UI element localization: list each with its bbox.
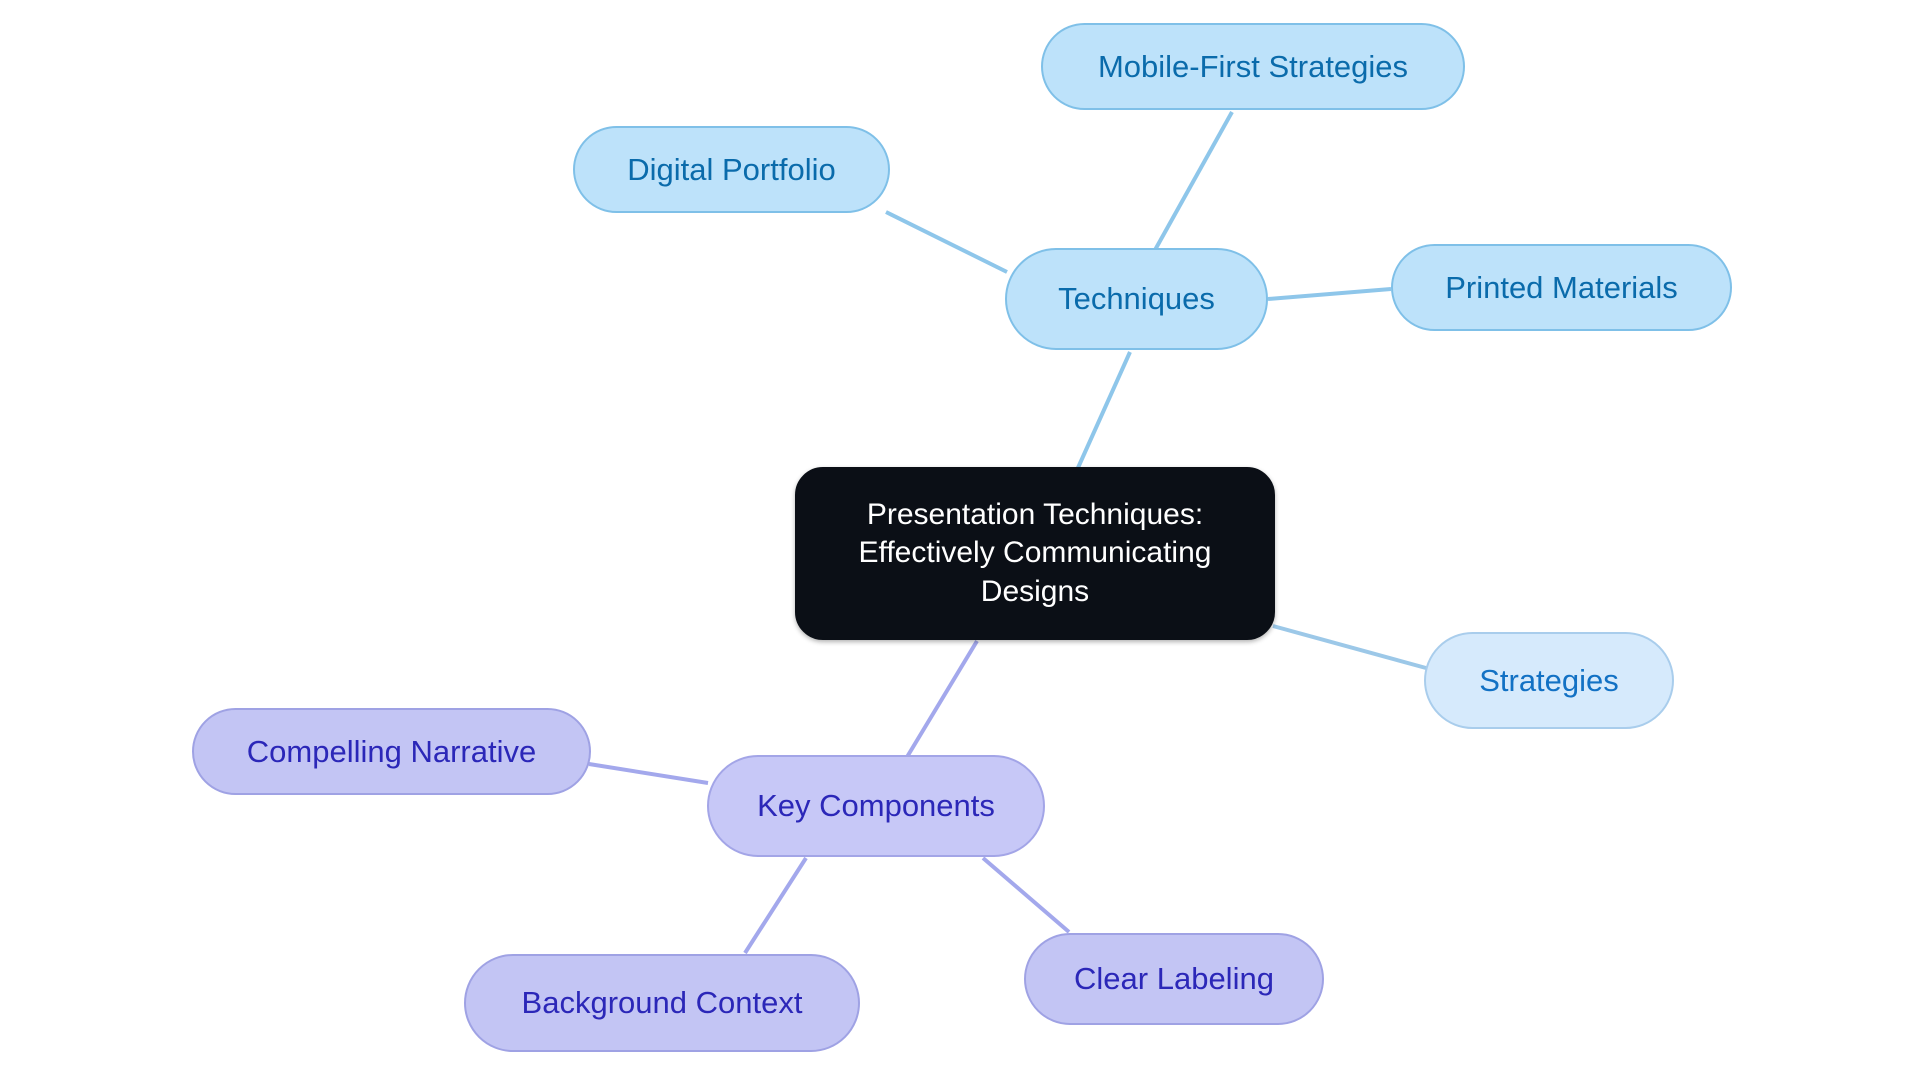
node-background-context[interactable]: Background Context <box>464 954 860 1052</box>
node-compelling-narrative[interactable]: Compelling Narrative <box>192 708 591 795</box>
node-root[interactable]: Presentation Techniques: Effectively Com… <box>795 467 1275 640</box>
edge-techniques-digital-portfolio <box>885 210 1008 274</box>
edge-root-techniques <box>1075 351 1132 471</box>
edge-key-compelling-narrative <box>588 762 709 785</box>
edge-techniques-mobile-first <box>1153 111 1234 251</box>
node-mobile-first-strategies[interactable]: Mobile-First Strategies <box>1041 23 1465 110</box>
edge-root-strategies <box>1272 624 1427 670</box>
node-printed-materials[interactable]: Printed Materials <box>1391 244 1732 331</box>
edge-root-key-components <box>905 639 979 759</box>
edge-key-clear-labeling <box>981 856 1071 934</box>
node-digital-portfolio[interactable]: Digital Portfolio <box>573 126 890 213</box>
edge-techniques-printed-materials <box>1267 287 1392 301</box>
node-key-components[interactable]: Key Components <box>707 755 1045 857</box>
node-clear-labeling[interactable]: Clear Labeling <box>1024 933 1324 1025</box>
mindmap-canvas: Presentation Techniques: Effectively Com… <box>0 0 1920 1083</box>
node-strategies[interactable]: Strategies <box>1424 632 1674 729</box>
node-techniques[interactable]: Techniques <box>1005 248 1268 350</box>
edge-key-background-context <box>743 856 808 955</box>
